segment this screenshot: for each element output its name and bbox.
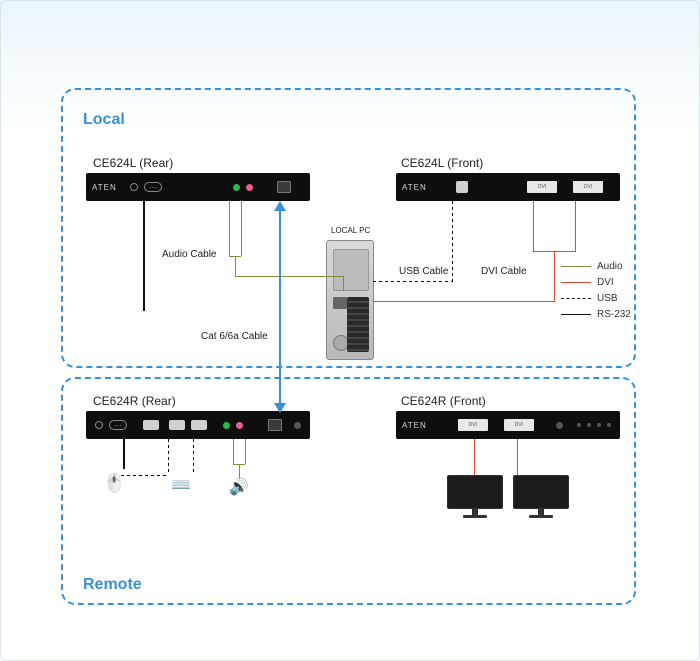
cable-rs232	[143, 201, 145, 311]
cable-dvi	[554, 251, 576, 252]
port-audio-out-icon	[233, 184, 240, 191]
monitor-icon	[511, 475, 571, 520]
port-audio-in-icon	[236, 422, 243, 429]
brand-text: ATEN	[402, 183, 427, 192]
device-local-rear: ATEN	[86, 173, 310, 201]
cable-audio	[235, 256, 236, 276]
cable-usb	[193, 439, 194, 475]
label-cat-cable: Cat 6/6a Cable	[201, 331, 268, 342]
cable-audio	[241, 201, 242, 256]
device-remote-rear	[86, 411, 310, 439]
mouse-icon: 🖱️	[103, 473, 125, 494]
cable-cat	[279, 209, 281, 411]
cable-audio	[245, 439, 246, 464]
local-pc-icon	[326, 240, 374, 360]
cable-dvi	[517, 439, 518, 475]
cable-dvi	[373, 301, 555, 302]
port-serial-icon	[109, 420, 127, 430]
port-dvi-icon: DVI	[458, 419, 488, 431]
port-rj45-icon	[268, 419, 282, 431]
legend-label: Audio	[597, 261, 623, 272]
led-icon	[587, 423, 591, 427]
port-dc	[130, 183, 138, 191]
legend-row-audio: Audio	[561, 261, 631, 272]
cable-usb	[373, 281, 453, 282]
legend-label: RS-232	[597, 309, 631, 320]
port-usb-b-icon	[456, 181, 468, 193]
port-usb-icon	[191, 420, 207, 430]
label-usb-cable: USB Cable	[399, 266, 448, 277]
port-audio-in-icon	[246, 184, 253, 191]
cable-rs232	[123, 439, 125, 469]
legend-row-rs232: RS-232	[561, 309, 631, 320]
port-rj45-icon	[277, 181, 291, 193]
cable-audio	[233, 439, 234, 464]
label-audio-cable: Audio Cable	[162, 249, 216, 260]
speakers-icon: 🔊	[229, 477, 249, 497]
label-remote-rear: CE624R (Rear)	[93, 394, 176, 408]
brand-text: ATEN	[402, 421, 427, 430]
label-remote-front: CE624R (Front)	[401, 394, 486, 408]
cable-dvi	[575, 201, 576, 251]
port-serial-icon	[144, 182, 162, 192]
legend-row-usb: USB	[561, 293, 631, 304]
device-remote-front: ATEN DVI DVI	[396, 411, 620, 439]
label-local-rear: CE624L (Rear)	[93, 156, 173, 170]
cable-usb	[168, 439, 169, 475]
cable-dvi	[533, 201, 534, 251]
zone-remote-label: Remote	[83, 576, 142, 594]
label-local-pc: LOCAL PC	[331, 226, 370, 235]
led-icon	[577, 423, 581, 427]
led-icon	[597, 423, 601, 427]
port-dc	[95, 421, 103, 429]
cable-audio	[229, 201, 230, 256]
legend: Audio DVI USB RS-232	[561, 261, 631, 325]
legend-label: DVI	[597, 277, 614, 288]
port-dvi-icon: DVI	[573, 181, 603, 193]
cable-dvi	[533, 251, 554, 252]
cable-audio	[343, 276, 344, 291]
legend-label: USB	[597, 293, 618, 304]
monitor-icon	[445, 475, 505, 520]
port-dvi-icon: DVI	[527, 181, 557, 193]
cable-usb	[452, 201, 453, 281]
port-button-icon	[294, 422, 301, 429]
cable-dvi	[554, 251, 555, 301]
port-usb-icon	[169, 420, 185, 430]
device-local-front: ATEN DVI DVI	[396, 173, 620, 201]
brand-text: ATEN	[92, 183, 117, 192]
cable-dvi	[474, 439, 475, 475]
keyboard-icon: ⌨️	[171, 475, 191, 495]
cable-audio	[235, 276, 343, 277]
zone-local-label: Local	[83, 111, 125, 129]
legend-swatch-rs232	[561, 314, 591, 315]
led-icon	[607, 423, 611, 427]
label-local-front: CE624L (Front)	[401, 156, 483, 170]
port-audio-out-icon	[223, 422, 230, 429]
legend-swatch-audio	[561, 266, 591, 267]
port-button-icon	[556, 422, 563, 429]
arrow-down-icon	[274, 403, 286, 413]
port-dvi-icon: DVI	[504, 419, 534, 431]
label-dvi-cable: DVI Cable	[481, 266, 527, 277]
port-usb-icon	[143, 420, 159, 430]
legend-swatch-usb	[561, 298, 591, 299]
legend-swatch-dvi	[561, 282, 591, 283]
legend-row-dvi: DVI	[561, 277, 631, 288]
